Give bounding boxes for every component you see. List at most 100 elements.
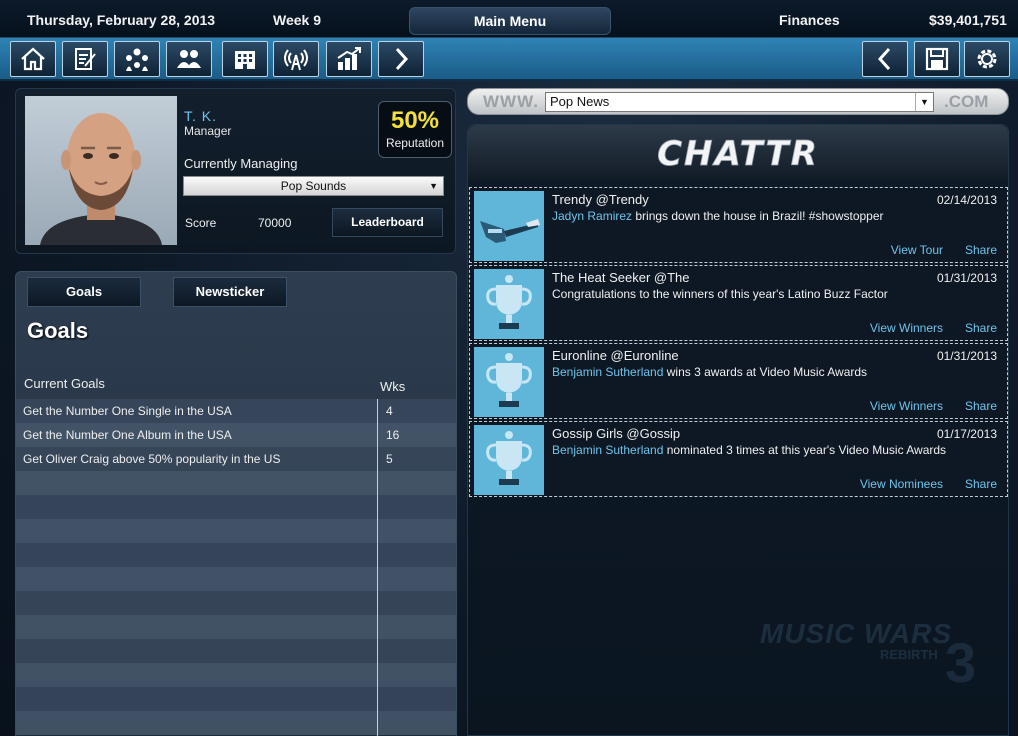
table-row: [16, 687, 456, 711]
column-divider: [377, 399, 378, 736]
table-row: [16, 663, 456, 687]
post-message: Benjamin Sutherland wins 3 awards at Vid…: [552, 365, 867, 379]
chart-icon: [337, 47, 361, 70]
balance-value: $39,401,751: [929, 12, 1007, 28]
chattr-logo-text: CHATTR: [657, 134, 819, 173]
view-tour-link[interactable]: View Tour: [891, 243, 943, 257]
post-artist-link[interactable]: Jadyn Ramirez: [552, 209, 632, 223]
main-menu-button[interactable]: Main Menu: [409, 7, 611, 35]
table-row: [16, 495, 456, 519]
forward-button[interactable]: [378, 41, 424, 77]
post-text: brings down the house in Brazil! #showst…: [632, 209, 884, 223]
back-button[interactable]: [862, 41, 908, 77]
view-winners-link[interactable]: View Winners: [870, 321, 943, 335]
broadcast-icon: [284, 49, 308, 71]
table-row: [16, 543, 456, 567]
people-button[interactable]: [166, 41, 212, 77]
leaderboard-button[interactable]: Leaderboard: [332, 208, 443, 237]
building-icon: [235, 51, 255, 69]
post-message: Benjamin Sutherland nominated 3 times at…: [552, 443, 946, 457]
reputation-value: 50%: [390, 107, 440, 134]
game-logo-watermark: MUSIC WARS: [760, 618, 952, 649]
url-select-value: Pop News: [550, 94, 610, 109]
settings-button[interactable]: [964, 41, 1010, 77]
post-text: nominated 3 times at this year's Video M…: [663, 443, 947, 457]
post-date: 01/31/2013: [936, 271, 997, 285]
game-logo-number: 3: [945, 631, 977, 694]
share-link[interactable]: Share: [965, 399, 997, 413]
list-item: Euronline @Euronline 01/31/2013 Benjamin…: [469, 343, 1008, 419]
table-row: [16, 639, 456, 663]
building-button[interactable]: [222, 41, 268, 77]
goals-table: Get the Number One Single in the USA 4 Ge…: [16, 399, 456, 735]
post-date: 01/17/2013: [936, 427, 997, 441]
post-text: Congratulations to the winners of this y…: [552, 287, 888, 301]
share-link[interactable]: Share: [965, 477, 997, 491]
network-button[interactable]: [114, 41, 160, 77]
column-header-goals: Current Goals: [24, 376, 105, 391]
score-value: 70000: [258, 216, 292, 230]
www-prefix: WWW.: [483, 92, 539, 111]
save-button[interactable]: [914, 41, 960, 77]
post-thumbnail: [474, 269, 544, 339]
network-icon: [126, 48, 148, 71]
trophy-icon: [486, 431, 532, 485]
post-thumbnail: [474, 425, 544, 495]
tab-newsticker[interactable]: Newsticker: [173, 277, 287, 307]
goal-weeks: 5: [386, 452, 393, 466]
url-select[interactable]: Pop News ▼: [545, 92, 934, 112]
share-link[interactable]: Share: [965, 243, 997, 257]
finances-link[interactable]: Finances: [779, 12, 840, 28]
game-logo-subtitle: REBIRTH: [880, 647, 938, 662]
browser-url-bar: WWW. Pop News ▼ .COM: [467, 88, 1009, 115]
post-text: wins 3 awards at Video Music Awards: [663, 365, 868, 379]
current-week: Week 9: [273, 12, 321, 28]
post-author: Euronline @Euronline: [552, 348, 679, 363]
post-thumbnail: [474, 191, 544, 261]
goal-text: Get the Number One Album in the USA: [23, 428, 232, 442]
goal-text: Get the Number One Single in the USA: [23, 404, 232, 418]
post-date: 02/14/2013: [936, 193, 997, 207]
share-link[interactable]: Share: [965, 321, 997, 335]
dropdown-arrow-icon[interactable]: ▼: [915, 93, 933, 111]
guitar-icon: [480, 219, 540, 243]
view-nominees-link[interactable]: View Nominees: [860, 477, 943, 491]
table-row: [16, 591, 456, 615]
reputation-badge: 50% Reputation: [378, 101, 452, 158]
people-icon: [177, 50, 201, 68]
post-artist-link[interactable]: Benjamin Sutherland: [552, 443, 663, 457]
table-row: [16, 615, 456, 639]
post-message: Jadyn Ramirez brings down the house in B…: [552, 209, 884, 223]
post-artist-link[interactable]: Benjamin Sutherland: [552, 365, 663, 379]
post-author: The Heat Seeker @The: [552, 270, 690, 285]
post-date: 01/31/2013: [936, 349, 997, 363]
home-button[interactable]: [10, 41, 56, 77]
reputation-label: Reputation: [385, 136, 445, 150]
table-row[interactable]: Get Oliver Craig above 50% popularity in…: [16, 447, 456, 471]
dropdown-arrow-icon: ▼: [429, 181, 438, 191]
gear-icon: [977, 49, 997, 69]
goals-panel: Goals Newsticker Goals Current Goals Wks…: [15, 271, 457, 736]
current-date: Thursday, February 28, 2013: [27, 12, 216, 28]
managing-select[interactable]: Pop Sounds ▼: [183, 176, 444, 196]
score-label: Score: [185, 216, 217, 230]
table-row: [16, 711, 456, 735]
view-winners-link[interactable]: View Winners: [870, 399, 943, 413]
table-row[interactable]: Get the Number One Album in the USA 16: [16, 423, 456, 447]
home-icon: [21, 47, 45, 71]
currently-managing-label: Currently Managing: [184, 156, 298, 171]
goal-text: Get Oliver Craig above 50% popularity in…: [23, 452, 281, 466]
broadcast-button[interactable]: [273, 41, 319, 77]
post-author: Trendy @Trendy: [552, 192, 649, 207]
post-author: Gossip Girls @Gossip: [552, 426, 681, 441]
trophy-icon: [486, 275, 532, 329]
contracts-button[interactable]: [62, 41, 108, 77]
stats-button[interactable]: [326, 41, 372, 77]
table-row: [16, 471, 456, 495]
trophy-icon: [486, 353, 532, 407]
tab-goals[interactable]: Goals: [27, 277, 141, 307]
table-row[interactable]: Get the Number One Single in the USA 4: [16, 399, 456, 423]
goal-weeks: 16: [386, 428, 400, 442]
manager-profile-panel: T. K. Manager 50% Reputation Currently M…: [15, 88, 456, 254]
chattr-header: CHATTR: [468, 125, 1008, 180]
